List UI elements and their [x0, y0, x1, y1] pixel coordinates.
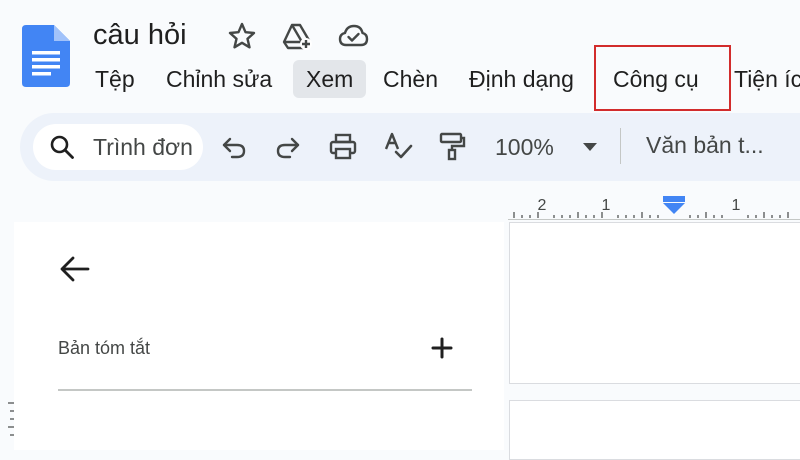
- document-title[interactable]: câu hỏi: [93, 17, 187, 53]
- undo-icon[interactable]: [219, 131, 249, 161]
- menu-format[interactable]: Định dạng: [456, 60, 587, 98]
- indent-marker[interactable]: [663, 196, 685, 214]
- move-to-drive-icon[interactable]: [281, 20, 313, 52]
- menu-insert[interactable]: Chèn: [370, 60, 451, 98]
- ruler[interactable]: 2 1 1: [508, 190, 800, 220]
- highlight-box: [594, 45, 731, 111]
- spellcheck-icon[interactable]: [383, 131, 413, 161]
- menu-search-input[interactable]: Trình đơn: [33, 124, 203, 170]
- print-icon[interactable]: [328, 131, 358, 161]
- add-summary-icon[interactable]: [430, 336, 454, 360]
- ruler-label: 1: [732, 197, 741, 214]
- menu-edit[interactable]: Chỉnh sửa: [153, 60, 285, 98]
- search-placeholder: Trình đơn: [93, 134, 193, 160]
- star-icon[interactable]: [226, 20, 258, 52]
- summary-heading: Bản tóm tắt: [58, 338, 151, 358]
- document-page[interactable]: [509, 400, 800, 460]
- back-arrow-icon[interactable]: [58, 254, 92, 284]
- redo-icon[interactable]: [273, 131, 303, 161]
- menu-view[interactable]: Xem: [293, 60, 367, 98]
- ruler-label: 1: [602, 197, 611, 214]
- menu-file[interactable]: Tệp: [82, 60, 148, 98]
- paint-format-icon[interactable]: [437, 131, 467, 161]
- summary-divider: [58, 389, 472, 391]
- zoom-select[interactable]: 100%: [495, 134, 554, 161]
- paragraph-style-select[interactable]: Văn bản t...: [646, 132, 764, 159]
- search-icon: [50, 135, 74, 159]
- cloud-saved-icon[interactable]: [337, 20, 369, 52]
- vertical-ruler: [8, 402, 14, 436]
- menu-extensions[interactable]: Tiện íc: [721, 60, 800, 98]
- toolbar-divider: [620, 128, 621, 164]
- chevron-down-icon[interactable]: [583, 143, 597, 151]
- document-page[interactable]: [509, 222, 800, 384]
- ruler-label: 2: [538, 197, 547, 214]
- google-docs-icon[interactable]: [22, 25, 70, 87]
